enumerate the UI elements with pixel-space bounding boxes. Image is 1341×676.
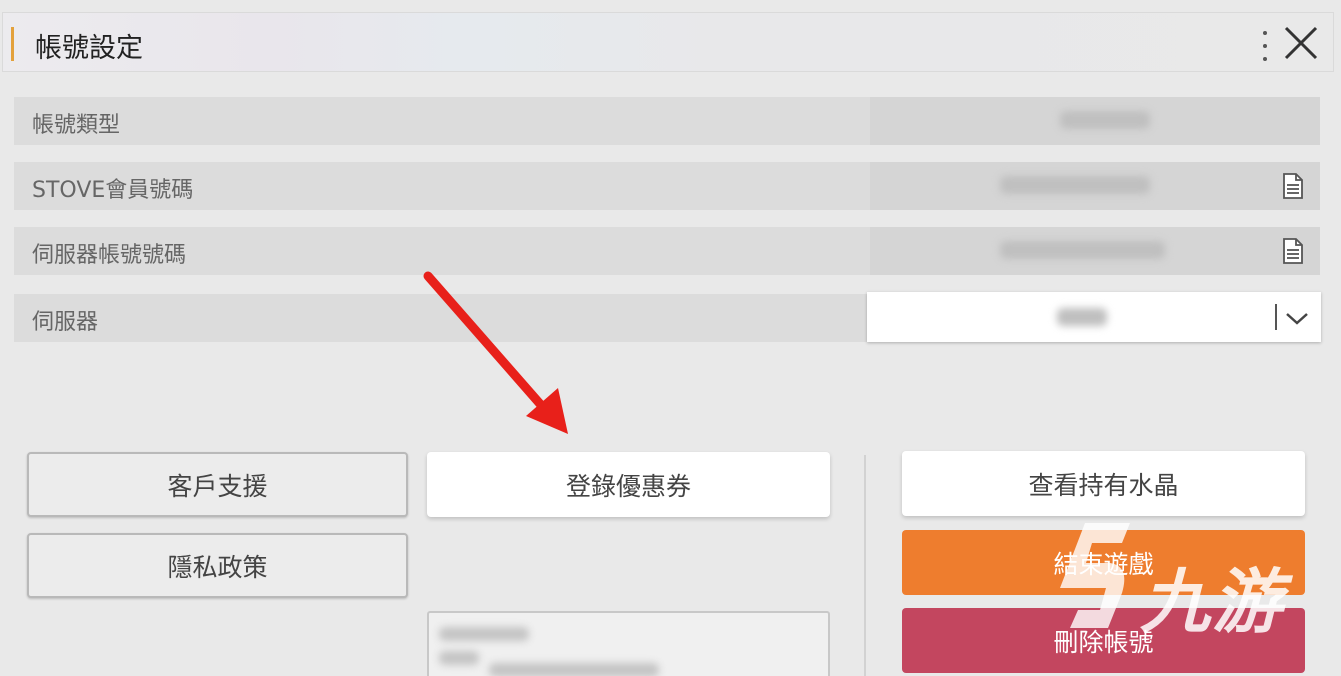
kebab-icon[interactable] xyxy=(1258,31,1272,61)
server-label: 伺服器 xyxy=(32,310,99,335)
server-account-value xyxy=(870,227,1320,275)
privacy-policy-button[interactable]: 隱私政策 xyxy=(27,533,408,598)
dialog-header: 帳號設定 xyxy=(2,12,1334,72)
delete-account-button[interactable]: 刪除帳號 xyxy=(902,608,1305,673)
view-crystals-button[interactable]: 查看持有水晶 xyxy=(902,451,1305,516)
select-divider xyxy=(1275,304,1277,330)
column-divider xyxy=(864,455,866,676)
customer-support-button[interactable]: 客戶支援 xyxy=(27,452,408,517)
server-select[interactable] xyxy=(867,292,1321,342)
dialog-title: 帳號設定 xyxy=(35,33,143,64)
stove-member-row: STOVE會員號碼 xyxy=(14,162,1320,210)
account-type-row: 帳號類型 xyxy=(14,97,1320,145)
copy-icon[interactable] xyxy=(1282,238,1304,264)
server-account-label: 伺服器帳號號碼 xyxy=(32,243,187,268)
register-coupon-button[interactable]: 登錄優惠券 xyxy=(427,452,830,517)
header-accent-bar xyxy=(11,27,14,61)
stove-member-value xyxy=(870,162,1320,210)
server-account-row: 伺服器帳號號碼 xyxy=(14,227,1320,275)
server-row: 伺服器 xyxy=(14,292,1321,342)
stove-member-label: STOVE會員號碼 xyxy=(32,178,194,203)
copy-icon[interactable] xyxy=(1282,173,1304,199)
account-type-value xyxy=(870,97,1320,145)
account-type-label: 帳號類型 xyxy=(32,113,121,138)
end-game-button[interactable]: 結束遊戲 xyxy=(902,530,1305,595)
notice-box xyxy=(427,611,830,676)
close-icon[interactable] xyxy=(1281,23,1321,63)
annotation-arrow xyxy=(423,271,568,434)
chevron-down-icon[interactable] xyxy=(1284,306,1310,330)
